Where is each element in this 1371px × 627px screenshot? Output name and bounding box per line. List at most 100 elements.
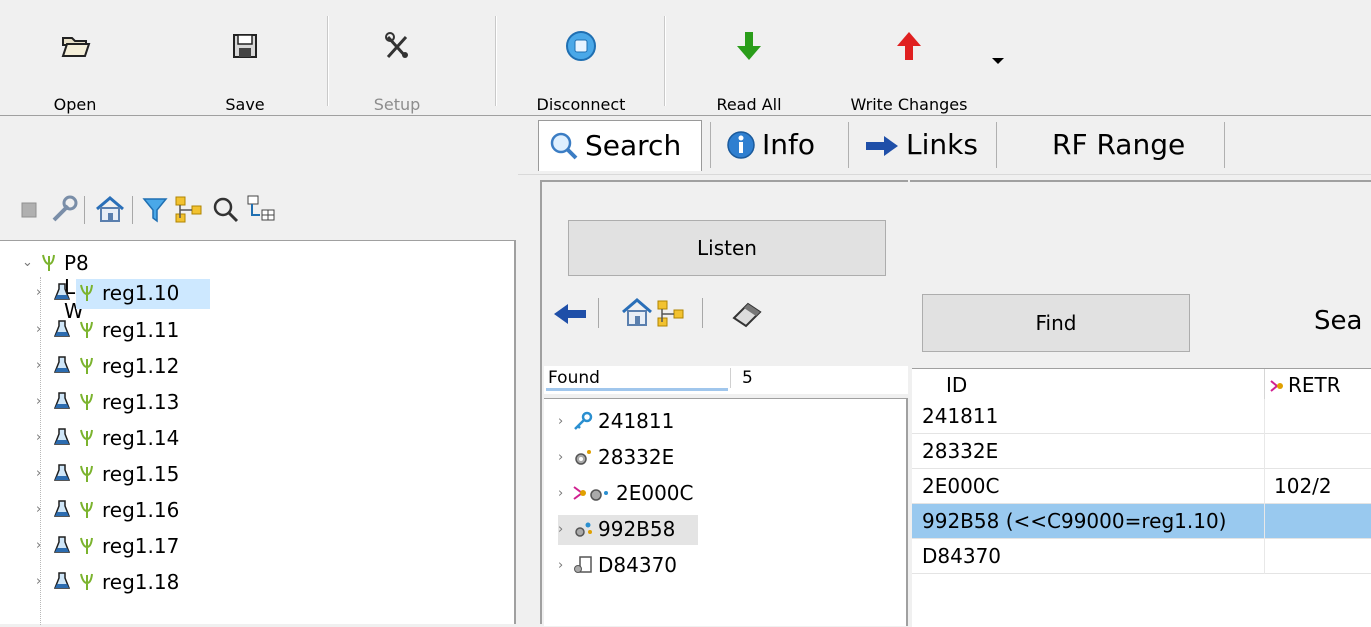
table-row[interactable]: 241811: [912, 399, 1371, 434]
hierarchy-icon[interactable]: [656, 298, 688, 328]
tree-item-label: reg1.14: [102, 426, 180, 450]
chevron-right-icon[interactable]: ›: [36, 574, 41, 589]
toolbar-separator: [327, 16, 329, 106]
chevron-right-icon[interactable]: ›: [558, 414, 563, 429]
open-button[interactable]: Open: [40, 16, 110, 114]
found-item[interactable]: › 28332E: [558, 443, 698, 473]
pitchfork-icon: [80, 501, 93, 518]
tree-toolbar-separator: [84, 196, 85, 224]
found-device-list: › 241811 › 28332E › 2E000C › 992B58 › D8…: [544, 398, 908, 626]
search-heading-truncated: Sea: [1314, 306, 1363, 336]
tree-item-label: reg1.15: [102, 462, 180, 486]
toolbar-separator: [495, 16, 497, 106]
write-changes-dropdown-icon[interactable]: [992, 58, 1004, 64]
table-row[interactable]: 28332E: [912, 434, 1371, 469]
content-divider: [518, 174, 1371, 175]
chevron-right-icon[interactable]: ›: [558, 522, 563, 537]
stop-square-icon[interactable]: [18, 194, 44, 224]
flask-icon: [54, 464, 70, 481]
cell-divider: [1264, 504, 1265, 539]
hierarchy-icon[interactable]: [174, 194, 202, 224]
tab-links-label: Links: [906, 128, 978, 161]
column-header-id[interactable]: ID: [946, 373, 967, 397]
key-icon: [574, 411, 593, 430]
network-device-icon: [573, 486, 608, 501]
found-item-label: 2E000C: [616, 481, 694, 505]
chevron-right-icon[interactable]: ›: [36, 322, 41, 337]
found-item[interactable]: › 2E000C: [558, 479, 728, 509]
read-all-button[interactable]: Read All: [706, 16, 792, 114]
found-item[interactable]: › 992B58: [558, 515, 698, 545]
filter-icon[interactable]: [142, 194, 168, 224]
table-row-selected[interactable]: 992B58 (<<C99000=reg1.10): [912, 504, 1371, 539]
save-label: Save: [225, 95, 265, 114]
flask-icon: [54, 283, 70, 300]
chevron-right-icon[interactable]: ›: [36, 538, 41, 553]
find-label: Find: [1035, 311, 1077, 335]
read-all-label: Read All: [716, 95, 782, 114]
cell-id: 2E000C: [922, 474, 1000, 498]
home-icon[interactable]: [620, 296, 654, 328]
arrow-left-icon[interactable]: [552, 302, 588, 326]
pitchfork-icon: [80, 393, 93, 410]
tab-rf-range[interactable]: RF Range: [1052, 120, 1212, 170]
tab-separator: [996, 122, 997, 168]
chevron-down-icon[interactable]: ⌄: [22, 255, 33, 270]
chevron-right-icon[interactable]: ›: [558, 486, 563, 501]
floppy-disk-icon: [233, 34, 257, 58]
write-changes-button[interactable]: Write Changes: [836, 16, 982, 114]
disconnect-label: Disconnect: [536, 95, 626, 114]
tree-item-label: reg1.17: [102, 534, 180, 558]
tree-grid-icon[interactable]: [246, 194, 275, 224]
tools-icon: [385, 32, 408, 59]
found-item-label: 992B58: [598, 517, 676, 541]
flask-icon: [54, 536, 70, 553]
save-button[interactable]: Save: [210, 16, 280, 114]
tab-info-label: Info: [762, 128, 815, 161]
tab-separator: [848, 122, 849, 168]
left-panel: ⌄ P8 LR W › reg1.10 › reg1.11 › reg1.12 …: [0, 116, 516, 625]
listen-button[interactable]: Listen: [568, 220, 886, 276]
table-row[interactable]: D84370: [912, 539, 1371, 574]
column-header-retr[interactable]: RETR: [1288, 373, 1341, 397]
tab-search-label: Search: [585, 129, 682, 162]
arrow-down-icon: [737, 32, 761, 60]
tab-info[interactable]: Info: [722, 120, 842, 170]
table-row[interactable]: 2E000C 102/2: [912, 469, 1371, 504]
chevron-right-icon[interactable]: ›: [36, 358, 41, 373]
multi-device-icon: [575, 522, 592, 537]
tree-item-label: reg1.13: [102, 390, 180, 414]
found-count: 5: [742, 368, 753, 388]
chevron-right-icon[interactable]: ›: [36, 394, 41, 409]
retr-link-icon: [1270, 380, 1283, 392]
tab-separator: [710, 122, 711, 168]
wrench-icon[interactable]: [48, 194, 78, 224]
find-button[interactable]: Find: [922, 294, 1190, 352]
cell-id: 28332E: [922, 439, 999, 463]
pitchfork-icon: [80, 429, 93, 446]
cell-divider: [1264, 469, 1265, 504]
home-icon[interactable]: [94, 194, 124, 224]
disconnect-button[interactable]: Disconnect: [526, 16, 636, 114]
found-item[interactable]: › 241811: [558, 407, 698, 437]
chevron-right-icon[interactable]: ›: [558, 450, 563, 465]
chevron-right-icon[interactable]: ›: [36, 285, 41, 300]
tab-links[interactable]: Links: [860, 120, 990, 170]
pitchfork-icon: [80, 357, 93, 374]
chevron-right-icon[interactable]: ›: [36, 430, 41, 445]
cell-id: D84370: [922, 544, 1002, 568]
chevron-right-icon[interactable]: ›: [36, 502, 41, 517]
eraser-icon[interactable]: [730, 298, 766, 328]
flask-icon: [54, 356, 70, 373]
info-icon: [727, 131, 755, 159]
tab-rf-range-label: RF Range: [1052, 128, 1186, 161]
tree-item-label: reg1.12: [102, 354, 180, 378]
search-icon[interactable]: [212, 194, 239, 224]
found-item[interactable]: › D84370: [558, 551, 698, 581]
chevron-right-icon[interactable]: ›: [558, 558, 563, 573]
tab-search[interactable]: Search: [538, 120, 702, 171]
setup-button[interactable]: Setup: [362, 16, 432, 114]
toolbar-separator: [664, 16, 666, 106]
chevron-right-icon[interactable]: ›: [36, 466, 41, 481]
results-table: ID RETR 241811 28332E 2E000C 102/2 992B5…: [912, 368, 1371, 627]
